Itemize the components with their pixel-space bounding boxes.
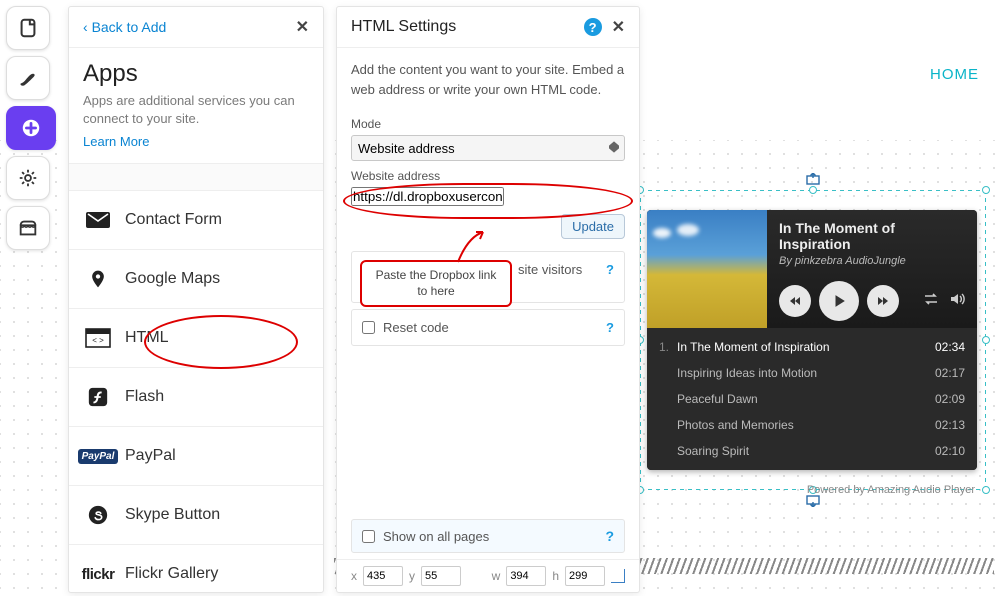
callout-arrow-icon	[448, 232, 488, 264]
repeat-icon[interactable]	[923, 292, 939, 311]
show-label: Show on all pages	[383, 529, 489, 544]
app-html[interactable]: < > HTML	[69, 309, 323, 368]
reset-label: Reset code	[383, 320, 449, 335]
envelope-icon	[85, 209, 111, 231]
track-row[interactable]: Soaring Spirit02:10	[647, 438, 977, 464]
update-button[interactable]: Update	[561, 214, 625, 239]
coord-x[interactable]	[363, 566, 403, 586]
address-label: Website address	[337, 163, 639, 185]
learn-more-link[interactable]: Learn More	[69, 130, 323, 163]
coord-w[interactable]	[506, 566, 546, 586]
app-flash[interactable]: Flash	[69, 368, 323, 427]
tool-pages[interactable]	[6, 6, 50, 50]
paypal-icon: PayPal	[85, 445, 111, 467]
resize-handle[interactable]	[982, 486, 990, 494]
apps-list: Contact Form Google Maps < > HTML Flash …	[69, 191, 323, 593]
tool-market[interactable]	[6, 206, 50, 250]
nav-home[interactable]: HOME	[930, 66, 979, 83]
app-contact-form[interactable]: Contact Form	[69, 191, 323, 250]
coord-h[interactable]	[565, 566, 605, 586]
apps-separator	[69, 163, 323, 191]
app-flickr[interactable]: flickr Flickr Gallery	[69, 545, 323, 593]
app-label: Contact Form	[125, 211, 222, 229]
chevron-left-icon: ‹	[83, 19, 92, 35]
track-list: 1.In The Moment of Inspiration02:34 Insp…	[647, 328, 977, 470]
app-google-maps[interactable]: Google Maps	[69, 250, 323, 309]
player-credit: Powered by Amazing Audio Player	[647, 484, 977, 496]
app-skype[interactable]: Skype Button	[69, 486, 323, 545]
app-label: HTML	[125, 329, 169, 347]
play-button[interactable]	[819, 281, 859, 321]
settings-description: Add the content you want to your site. E…	[337, 48, 639, 111]
app-paypal[interactable]: PayPal PayPal	[69, 427, 323, 486]
resize-handle[interactable]	[982, 186, 990, 194]
show-all-pages-row[interactable]: Show on all pages ?	[351, 519, 625, 553]
flickr-icon: flickr	[85, 563, 111, 585]
flash-icon	[85, 386, 111, 408]
annotation-callout: Paste the Dropbox link to here	[360, 260, 512, 307]
pin-icon	[85, 268, 111, 290]
reset-code-row[interactable]: Reset code ?	[351, 309, 625, 346]
help-icon[interactable]: ?	[605, 528, 614, 544]
back-to-add-link[interactable]: ‹ Back to Add	[83, 19, 166, 35]
app-label: Flickr Gallery	[125, 565, 218, 583]
mode-select[interactable]: Website address	[351, 135, 625, 161]
close-icon[interactable]: ✕	[296, 17, 309, 37]
html-icon: < >	[85, 327, 111, 349]
add-below-icon[interactable]	[805, 494, 821, 508]
coord-y[interactable]	[421, 566, 461, 586]
app-label: PayPal	[125, 447, 176, 465]
prev-button[interactable]	[779, 285, 811, 317]
apps-title: Apps	[69, 48, 323, 90]
reset-checkbox[interactable]	[362, 321, 375, 334]
coords-bar: x y w h	[337, 559, 639, 592]
track-row[interactable]: Inspiring Ideas into Motion02:17	[647, 360, 977, 386]
app-label: Flash	[125, 388, 164, 406]
skype-icon	[85, 504, 111, 526]
svg-text:< >: < >	[92, 336, 104, 345]
help-icon[interactable]: ?	[584, 18, 602, 36]
track-row[interactable]: 1.In The Moment of Inspiration02:34	[647, 334, 977, 360]
settings-title: HTML Settings	[351, 18, 456, 36]
apps-panel: ‹ Back to Add ✕ Apps Apps are additional…	[68, 6, 324, 593]
left-toolbar	[6, 6, 56, 250]
track-title: In The Moment of Inspiration	[779, 220, 965, 252]
audio-player: In The Moment of Inspiration By pinkzebr…	[647, 210, 977, 470]
mode-label: Mode	[337, 111, 639, 133]
show-checkbox[interactable]	[362, 530, 375, 543]
track-row[interactable]: Peaceful Dawn02:09	[647, 386, 977, 412]
callout-text: Paste the Dropbox link to here	[360, 260, 512, 307]
tool-add[interactable]	[6, 106, 56, 150]
apps-subtitle: Apps are additional services you can con…	[69, 90, 323, 130]
add-above-icon[interactable]	[805, 172, 821, 186]
resize-handle[interactable]	[809, 186, 817, 194]
album-art	[647, 210, 767, 328]
resize-icon[interactable]	[611, 569, 625, 583]
address-input[interactable]	[351, 187, 504, 206]
volume-icon[interactable]	[949, 292, 965, 311]
app-label: Google Maps	[125, 270, 220, 288]
app-label: Skype Button	[125, 506, 220, 524]
help-icon[interactable]: ?	[606, 262, 614, 277]
track-byline: By pinkzebra AudioJungle	[779, 255, 965, 267]
close-icon[interactable]: ✕	[612, 17, 625, 37]
tool-design[interactable]	[6, 56, 50, 100]
next-button[interactable]	[867, 285, 899, 317]
tool-settings[interactable]	[6, 156, 50, 200]
resize-handle[interactable]	[982, 336, 990, 344]
track-row[interactable]: Photos and Memories02:13	[647, 412, 977, 438]
help-icon[interactable]: ?	[606, 320, 614, 335]
